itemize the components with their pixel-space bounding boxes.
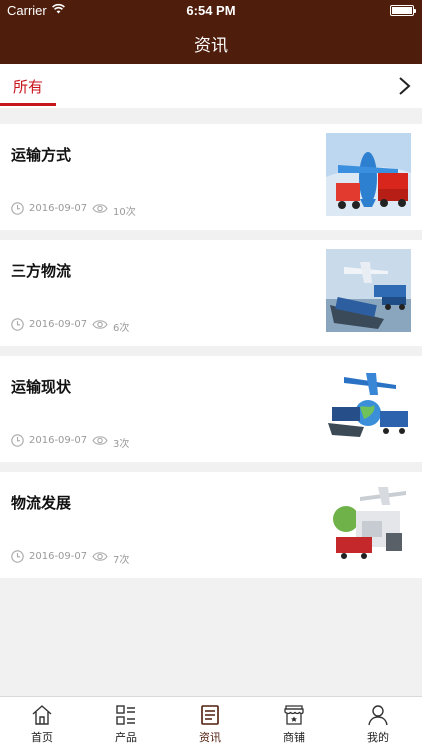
article-item[interactable]: 运输现状 2016-09-07 3次: [0, 356, 422, 462]
eye-icon: [92, 320, 108, 329]
page-title: 资讯: [194, 36, 228, 56]
tab-profile-label: 我的: [367, 731, 389, 744]
tab-shop[interactable]: 商铺: [252, 697, 336, 750]
tab-home[interactable]: 首页: [0, 697, 84, 750]
clock-icon: [11, 550, 24, 563]
clock-icon: [11, 318, 24, 331]
article-views: 6次: [113, 323, 130, 334]
eye-icon: [92, 204, 108, 213]
news-icon: [201, 705, 219, 725]
clock-icon: [11, 202, 24, 215]
tab-home-label: 首页: [31, 731, 53, 744]
grid-list-icon: [116, 705, 135, 725]
article-views: 10次: [113, 207, 136, 218]
article-views: 7次: [113, 555, 130, 566]
article-views: 3次: [113, 439, 130, 450]
tab-products[interactable]: 产品: [84, 697, 168, 750]
article-date: 2016-09-07: [29, 319, 88, 330]
tab-news-label: 资讯: [199, 731, 221, 744]
tab-profile[interactable]: 我的: [336, 697, 420, 750]
navigation-header: Carrier 6:54 PM 资讯: [0, 0, 422, 64]
tab-all-label: 所有: [13, 78, 44, 96]
plane-truck-image: [326, 133, 411, 216]
article-item[interactable]: 物流发展 2016-09-07 7次: [0, 472, 422, 578]
eye-icon: [92, 552, 108, 561]
article-title: 三方物流: [11, 262, 72, 280]
tab-all[interactable]: 所有: [0, 64, 56, 108]
article-title: 运输现状: [11, 378, 72, 396]
user-icon: [368, 705, 388, 726]
shop-icon: [284, 705, 304, 725]
article-item[interactable]: 三方物流 2016-09-07 6次: [0, 240, 422, 346]
article-date: 2016-09-07: [29, 435, 88, 446]
article-title: 运输方式: [11, 146, 72, 164]
globe-logistics-image: [326, 365, 411, 448]
chevron-right-icon[interactable]: [394, 75, 414, 97]
article-date: 2016-09-07: [29, 551, 88, 562]
clock-icon: [11, 434, 24, 447]
clock-time: 6:54 PM: [186, 3, 236, 18]
status-bar: Carrier 6:54 PM: [0, 0, 422, 22]
eye-icon: [92, 436, 108, 445]
article-item[interactable]: 运输方式 2016-09-07 10次: [0, 124, 422, 230]
home-icon: [32, 705, 52, 725]
warehouse-logistics-image: [326, 481, 411, 564]
article-date: 2016-09-07: [29, 203, 88, 214]
article-title: 物流发展: [11, 494, 72, 512]
tab-news[interactable]: 资讯: [168, 697, 252, 750]
tab-shop-label: 商铺: [283, 731, 305, 744]
ship-plane-image: [326, 249, 411, 332]
category-tab-bar: 所有: [0, 64, 422, 108]
tab-active-indicator: [0, 103, 56, 106]
battery-icon: [390, 5, 416, 16]
tab-products-label: 产品: [115, 731, 137, 744]
bottom-tab-bar: 首页 产品 资讯 商铺 我的: [0, 696, 422, 750]
